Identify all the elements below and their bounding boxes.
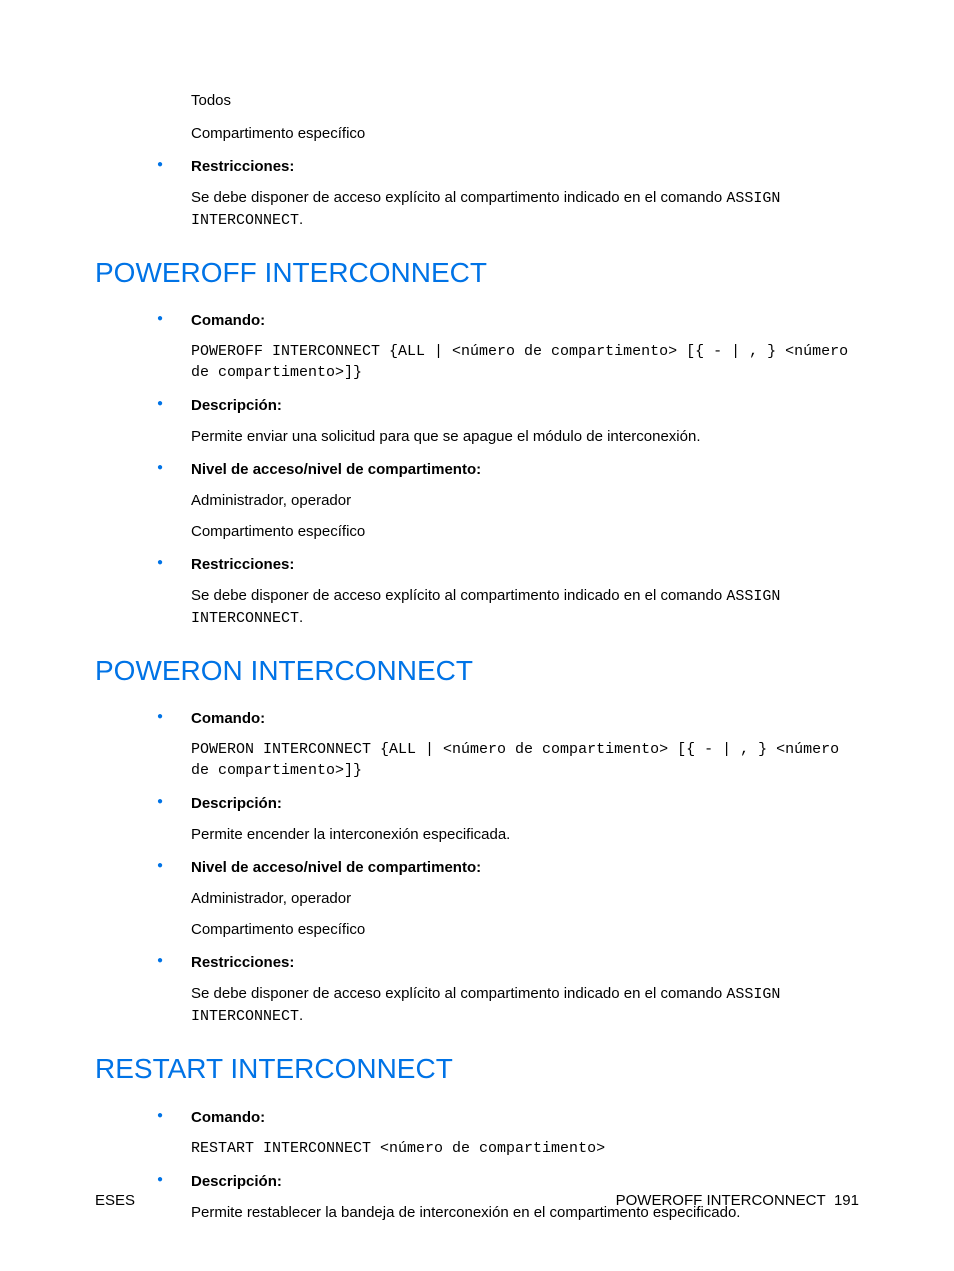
poweroff-nivel-1: Administrador, operador: [191, 490, 859, 511]
page-content: Todos Compartimento específico Restricci…: [95, 90, 859, 1223]
intro-todos: Todos: [191, 90, 859, 111]
intro-restr-suffix: .: [299, 211, 303, 228]
poweron-nivel-2: Compartimento específico: [191, 919, 859, 940]
poweroff-nivel-item: Nivel de acceso/nivel de compartimento: …: [157, 459, 859, 542]
intro-restr-prefix: Se debe disponer de acceso explícito al …: [191, 189, 726, 206]
poweroff-list: Comando: POWEROFF INTERCONNECT {ALL | <n…: [157, 310, 859, 629]
intro-comp: Compartimento específico: [191, 123, 859, 144]
descripcion-label: Descripción:: [191, 395, 859, 416]
poweroff-comando-code: POWEROFF INTERCONNECT {ALL | <número de …: [191, 341, 859, 383]
intro-block: Todos Compartimento específico: [191, 90, 859, 144]
poweron-restricciones-item: Restricciones: Se debe disponer de acces…: [157, 952, 859, 1027]
poweroff-restr-suffix: .: [299, 609, 303, 626]
restricciones-label: Restricciones:: [191, 952, 859, 973]
poweroff-restr-prefix: Se debe disponer de acceso explícito al …: [191, 587, 726, 604]
footer-left: ESES: [95, 1190, 135, 1211]
poweron-nivel-item: Nivel de acceso/nivel de compartimento: …: [157, 857, 859, 940]
nivel-label: Nivel de acceso/nivel de compartimento:: [191, 857, 859, 878]
page-footer: ESES POWEROFF INTERCONNECT 191: [95, 1190, 859, 1211]
comando-label: Comando:: [191, 708, 859, 729]
poweron-comando-code: POWERON INTERCONNECT {ALL | <número de c…: [191, 739, 859, 781]
poweron-restr-prefix: Se debe disponer de acceso explícito al …: [191, 985, 726, 1002]
descripcion-label: Descripción:: [191, 1171, 859, 1192]
intro-restricciones-item: Restricciones: Se debe disponer de acces…: [157, 156, 859, 231]
poweron-restr-text: Se debe disponer de acceso explícito al …: [191, 983, 859, 1027]
page-number: 191: [834, 1192, 859, 1209]
poweroff-nivel-2: Compartimento específico: [191, 521, 859, 542]
footer-right: POWEROFF INTERCONNECT 191: [616, 1190, 859, 1211]
poweron-descripcion-item: Descripción: Permite encender la interco…: [157, 793, 859, 845]
comando-label: Comando:: [191, 1107, 859, 1128]
intro-restr-text: Se debe disponer de acceso explícito al …: [191, 187, 859, 231]
restart-comando-code: RESTART INTERCONNECT <número de comparti…: [191, 1138, 859, 1159]
restricciones-label: Restricciones:: [191, 554, 859, 575]
nivel-label: Nivel de acceso/nivel de compartimento:: [191, 459, 859, 480]
poweron-comando-item: Comando: POWERON INTERCONNECT {ALL | <nú…: [157, 708, 859, 781]
heading-poweron: POWERON INTERCONNECT: [95, 651, 859, 690]
restart-comando-item: Comando: RESTART INTERCONNECT <número de…: [157, 1107, 859, 1159]
poweroff-descripcion: Permite enviar una solicitud para que se…: [191, 426, 859, 447]
heading-poweroff: POWEROFF INTERCONNECT: [95, 253, 859, 292]
poweroff-descripcion-item: Descripción: Permite enviar una solicitu…: [157, 395, 859, 447]
poweroff-restr-text: Se debe disponer de acceso explícito al …: [191, 585, 859, 629]
intro-list: Restricciones: Se debe disponer de acces…: [157, 156, 859, 231]
restricciones-label: Restricciones:: [191, 156, 859, 177]
poweron-nivel-1: Administrador, operador: [191, 888, 859, 909]
poweron-list: Comando: POWERON INTERCONNECT {ALL | <nú…: [157, 708, 859, 1027]
descripcion-label: Descripción:: [191, 793, 859, 814]
heading-restart: RESTART INTERCONNECT: [95, 1049, 859, 1088]
poweroff-comando-item: Comando: POWEROFF INTERCONNECT {ALL | <n…: [157, 310, 859, 383]
poweron-descripcion: Permite encender la interconexión especi…: [191, 824, 859, 845]
footer-section-label: POWEROFF INTERCONNECT: [616, 1192, 826, 1209]
poweroff-restricciones-item: Restricciones: Se debe disponer de acces…: [157, 554, 859, 629]
comando-label: Comando:: [191, 310, 859, 331]
poweron-restr-suffix: .: [299, 1007, 303, 1024]
